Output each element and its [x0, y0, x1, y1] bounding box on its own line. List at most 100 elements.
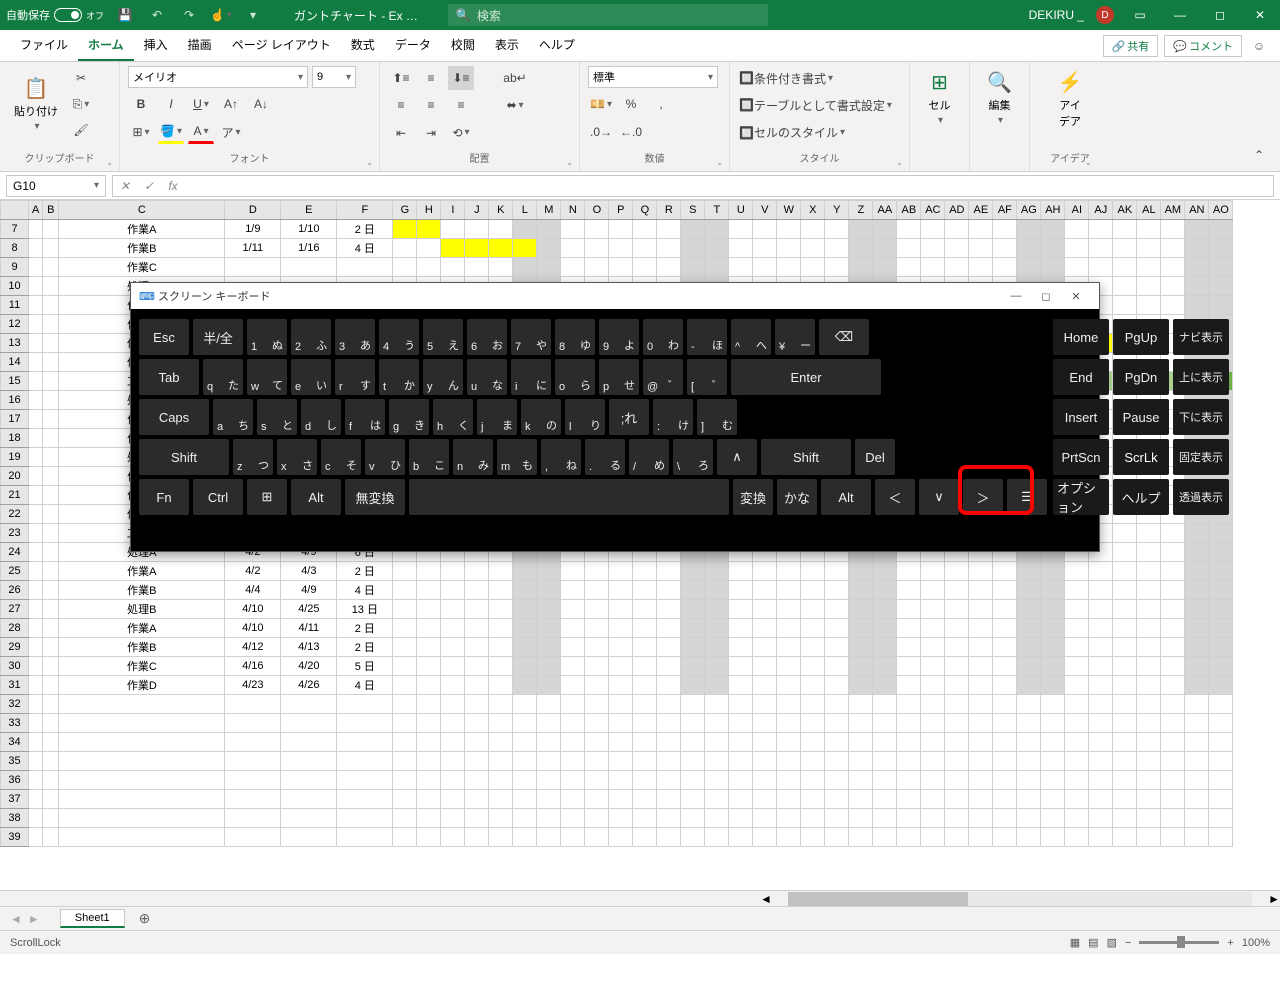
row-header[interactable]: 38 [1, 809, 29, 828]
cell[interactable] [281, 714, 337, 733]
cell[interactable] [657, 752, 681, 771]
cell[interactable] [43, 562, 59, 581]
cell[interactable] [29, 600, 43, 619]
cell[interactable] [417, 695, 441, 714]
align-bottom-icon[interactable]: ⬇≡ [448, 66, 474, 90]
cell[interactable] [969, 790, 993, 809]
cell[interactable] [993, 752, 1017, 771]
row-header[interactable]: 39 [1, 828, 29, 847]
cell[interactable] [825, 258, 849, 277]
cell[interactable] [873, 581, 897, 600]
key[interactable]: jま [477, 399, 517, 435]
cell[interactable] [43, 258, 59, 277]
cell[interactable] [441, 600, 465, 619]
key[interactable]: rす [335, 359, 375, 395]
cell[interactable] [417, 733, 441, 752]
cell[interactable] [1137, 828, 1161, 847]
cell[interactable] [801, 258, 825, 277]
cell[interactable] [537, 809, 561, 828]
qat-more-icon[interactable]: ▾ [242, 4, 264, 26]
cell[interactable] [705, 657, 729, 676]
cell[interactable] [777, 638, 801, 657]
cell[interactable] [1185, 239, 1209, 258]
cell[interactable] [585, 828, 609, 847]
cell[interactable] [1209, 600, 1233, 619]
cell[interactable] [1137, 581, 1161, 600]
cell[interactable] [585, 600, 609, 619]
cell[interactable] [337, 828, 393, 847]
cell[interactable] [849, 657, 873, 676]
cell[interactable] [945, 809, 969, 828]
cell[interactable] [657, 790, 681, 809]
cell[interactable] [513, 619, 537, 638]
cell[interactable] [657, 771, 681, 790]
cell[interactable] [561, 676, 585, 695]
cell[interactable] [43, 543, 59, 562]
cell[interactable] [441, 790, 465, 809]
cell[interactable] [1185, 581, 1209, 600]
cell[interactable] [897, 714, 921, 733]
cell[interactable] [945, 790, 969, 809]
cell[interactable] [43, 486, 59, 505]
cell[interactable] [945, 600, 969, 619]
cell[interactable] [705, 828, 729, 847]
cell[interactable] [705, 733, 729, 752]
cell[interactable] [921, 828, 945, 847]
key-prtscn[interactable]: PrtScn [1053, 439, 1109, 475]
col-header[interactable]: AL [1137, 201, 1161, 220]
cell[interactable] [993, 657, 1017, 676]
key-下に表示[interactable]: 下に表示 [1173, 399, 1229, 435]
cell[interactable] [873, 828, 897, 847]
cell[interactable] [1137, 771, 1161, 790]
col-header[interactable]: A [29, 201, 43, 220]
key[interactable]: ;れ [609, 399, 649, 435]
key[interactable]: ¥ー [775, 319, 815, 355]
cell[interactable] [59, 828, 225, 847]
cell[interactable] [825, 828, 849, 847]
cell[interactable] [1017, 752, 1041, 771]
cell[interactable] [1089, 771, 1113, 790]
row-header[interactable]: 23 [1, 524, 29, 543]
col-header[interactable]: O [585, 201, 609, 220]
cell[interactable] [1041, 619, 1065, 638]
merge-button[interactable]: ⬌▾ [502, 93, 528, 117]
cell[interactable] [609, 619, 633, 638]
col-header[interactable]: AJ [1089, 201, 1113, 220]
cell[interactable] [537, 600, 561, 619]
cell[interactable] [29, 277, 43, 296]
cell[interactable] [417, 657, 441, 676]
key-オプション[interactable]: オプション [1053, 479, 1109, 515]
cell[interactable] [705, 239, 729, 258]
key[interactable]: ＜ [875, 479, 915, 515]
col-header[interactable]: E [281, 201, 337, 220]
cell[interactable] [537, 733, 561, 752]
cell[interactable]: 4 日 [337, 676, 393, 695]
zoom-out-icon[interactable]: − [1125, 937, 1131, 949]
cell[interactable] [513, 657, 537, 676]
cell[interactable] [873, 790, 897, 809]
cell[interactable] [417, 562, 441, 581]
cell[interactable] [1137, 809, 1161, 828]
osk-maximize-icon[interactable]: ◻ [1031, 290, 1061, 303]
cell[interactable] [945, 714, 969, 733]
cell[interactable] [609, 714, 633, 733]
align-center-icon[interactable]: ≡ [418, 93, 444, 117]
cell[interactable] [1161, 600, 1185, 619]
cell[interactable] [729, 790, 753, 809]
key[interactable]: ]む [697, 399, 737, 435]
cell[interactable] [489, 581, 513, 600]
cell[interactable] [585, 619, 609, 638]
cell[interactable] [849, 619, 873, 638]
cell[interactable] [441, 733, 465, 752]
cell[interactable] [633, 562, 657, 581]
cell[interactable] [969, 619, 993, 638]
key[interactable]: tか [379, 359, 419, 395]
cell[interactable] [1137, 676, 1161, 695]
cell[interactable]: 4 日 [337, 239, 393, 258]
cell[interactable] [1137, 562, 1161, 581]
cell[interactable] [921, 258, 945, 277]
cell[interactable] [753, 657, 777, 676]
cell[interactable] [777, 809, 801, 828]
cell[interactable] [729, 771, 753, 790]
cell[interactable] [849, 714, 873, 733]
